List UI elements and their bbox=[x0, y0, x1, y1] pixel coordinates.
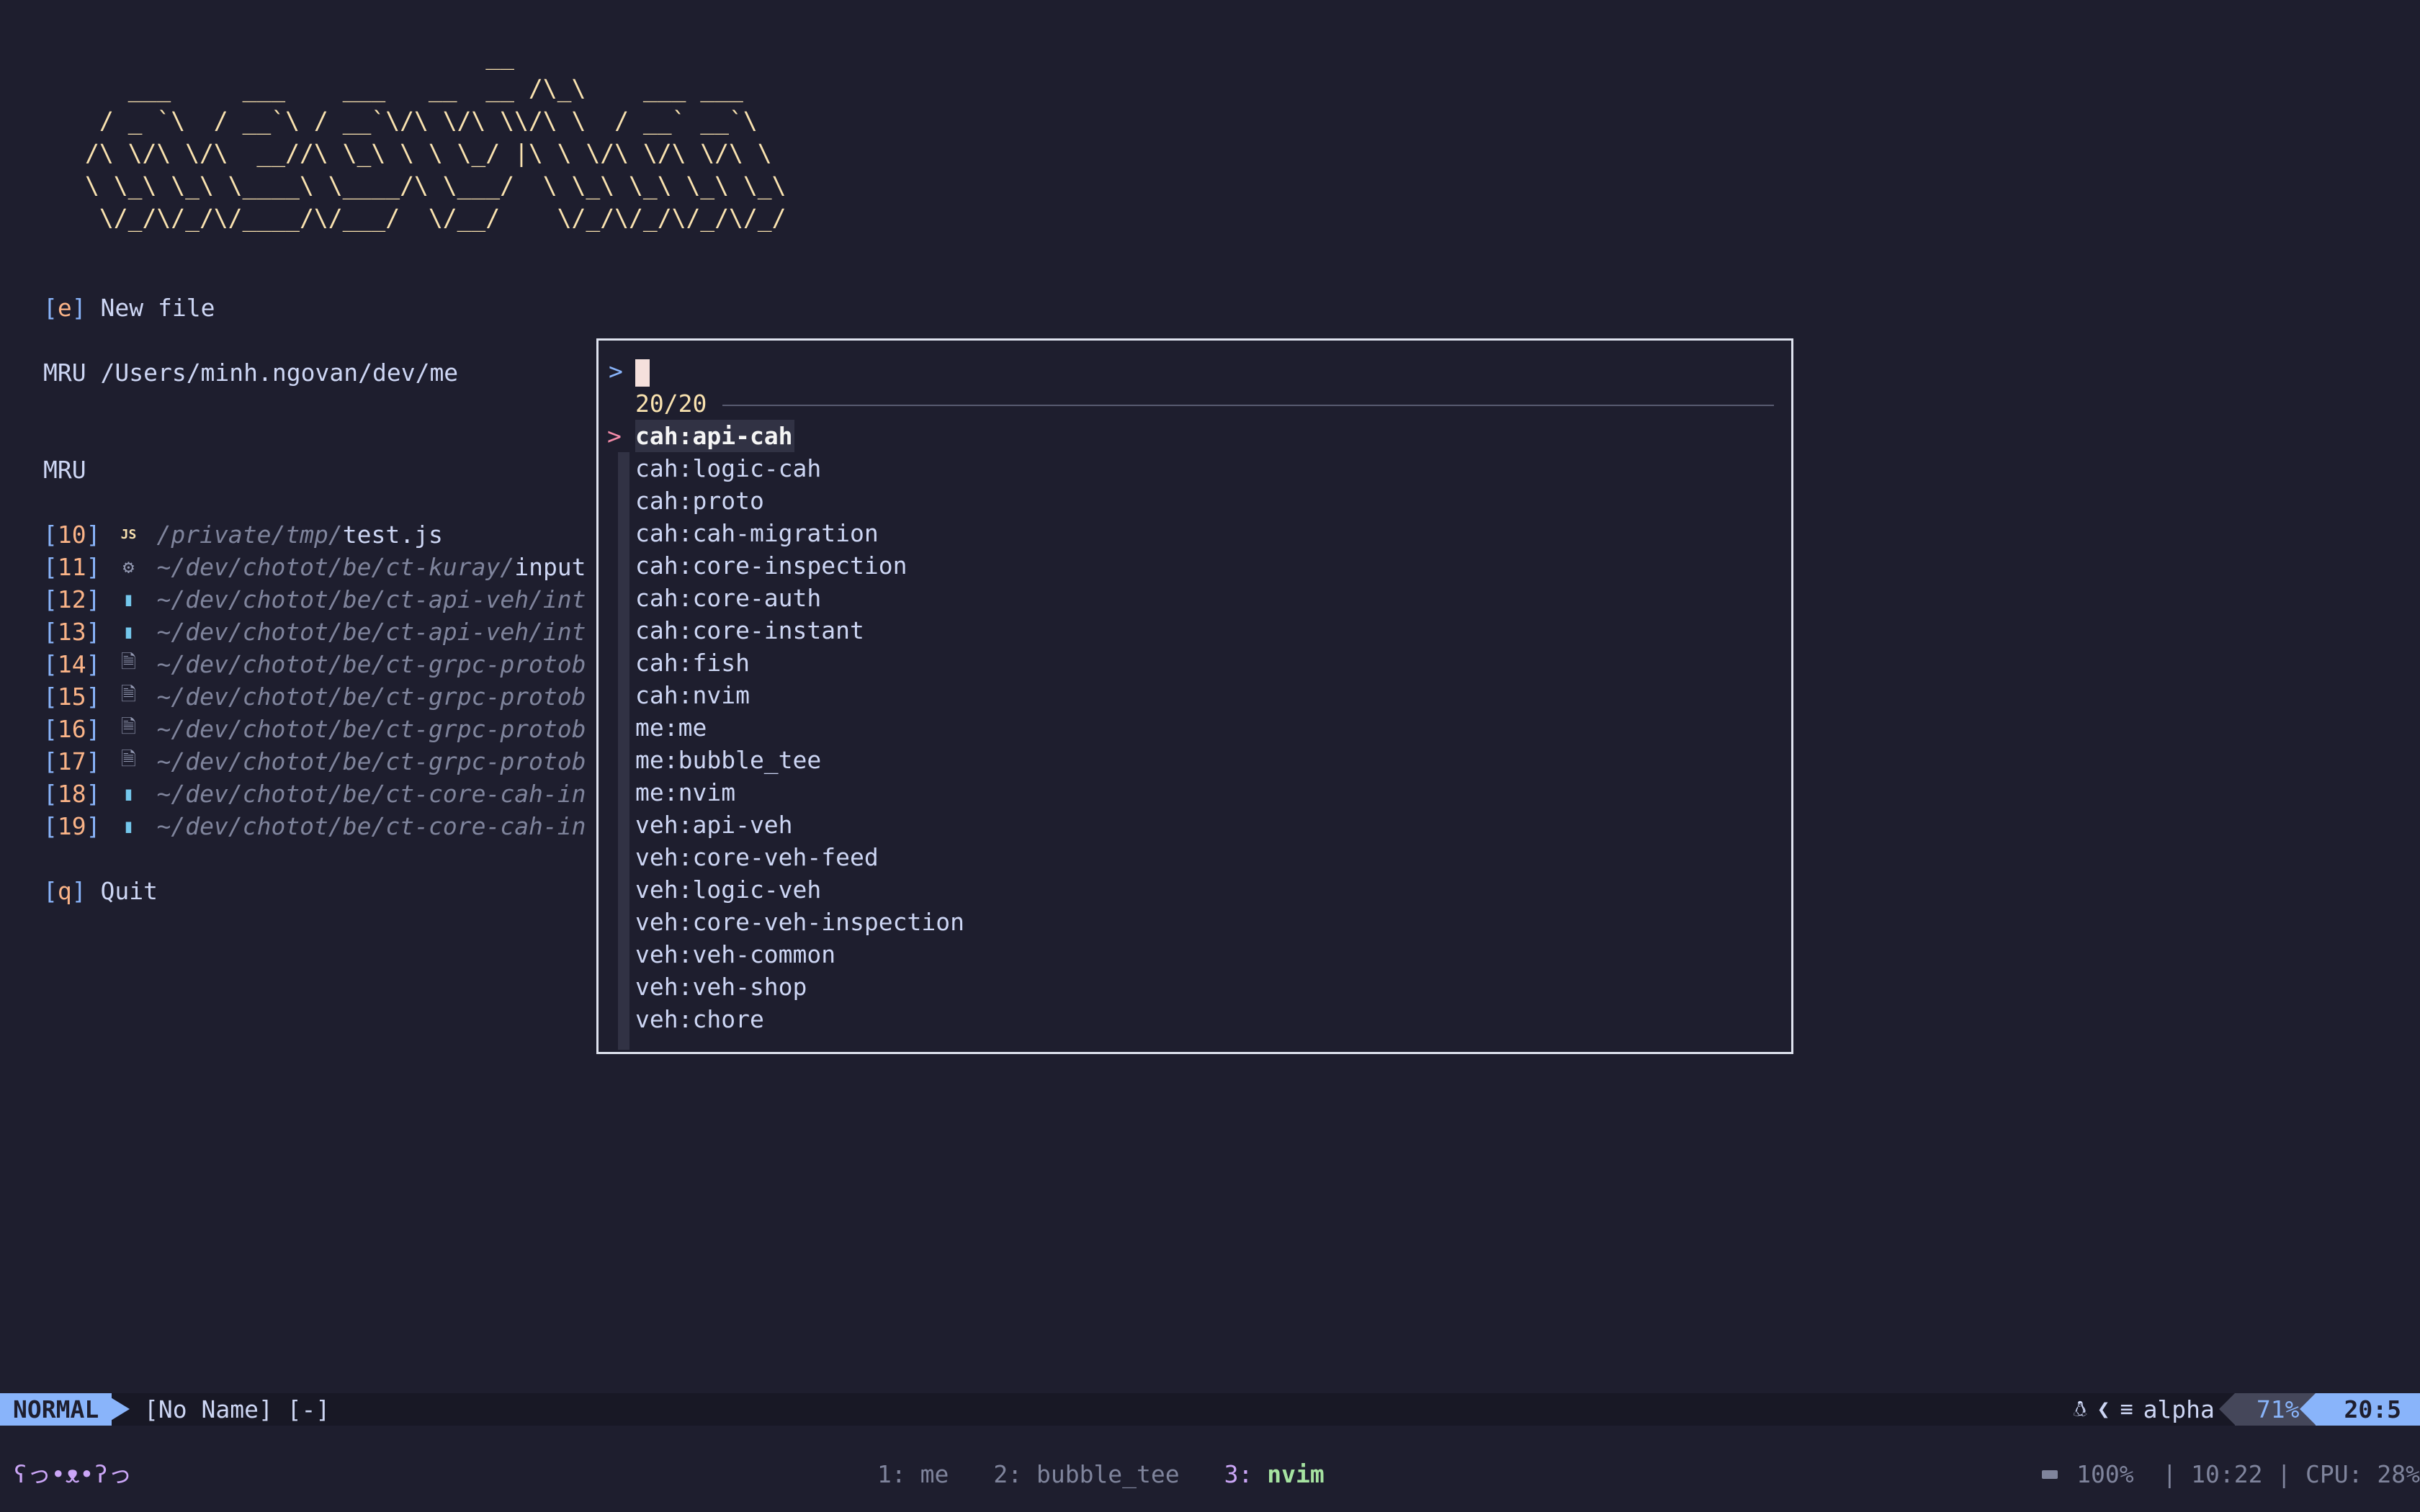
mru-item-index: [16] bbox=[43, 715, 101, 743]
quit-label: Quit bbox=[100, 877, 158, 905]
mru-heading: MRU bbox=[43, 456, 86, 484]
ascii-banner-line: __ bbox=[85, 42, 515, 70]
project-picker[interactable]: > 20/20 > cah:api-cah cah:logic-cah cah:pro… bbox=[596, 338, 1793, 1054]
mru-item-index: [19] bbox=[43, 812, 101, 840]
picker-item-label: cah:proto bbox=[635, 487, 764, 515]
picker-item[interactable]: cah:cah-migration bbox=[599, 517, 1791, 549]
new-file-label: New file bbox=[100, 294, 215, 322]
go-file-icon: ▮ bbox=[122, 588, 135, 611]
mru-item-index: [14] bbox=[43, 650, 101, 678]
picker-counter: 20/20 bbox=[635, 390, 707, 418]
mru-item-index: [12] bbox=[43, 585, 101, 613]
mru-item-index: [17] bbox=[43, 747, 101, 775]
picker-item[interactable]: cah:logic-cah bbox=[599, 452, 1791, 485]
picker-item-label: cah:core-auth bbox=[635, 584, 822, 612]
tmux-status-right: 100% | 10:22 | CPU: 28% bbox=[2042, 1458, 2420, 1490]
ascii-banner-line: \ \_\ \_\ \____\ \____/\ \___/ \ \_\ \_\… bbox=[85, 171, 786, 199]
picker-results: > cah:api-cah cah:logic-cah cah:proto cah:ca… bbox=[599, 420, 1791, 1035]
battery-icon bbox=[2042, 1470, 2058, 1479]
picker-item-label: veh:chore bbox=[635, 1005, 764, 1033]
picker-item[interactable]: me:nvim bbox=[599, 776, 1791, 809]
cpu-usage: CPU: 28% bbox=[2305, 1460, 2420, 1488]
mru-item-index: [13] bbox=[43, 618, 101, 646]
ascii-banner-line: / _ `\ / __`\ / __`\/\ \/\ \\/\ \ / __` … bbox=[85, 107, 758, 135]
picker-item[interactable]: veh:api-veh bbox=[599, 809, 1791, 841]
go-file-icon: ▮ bbox=[122, 815, 135, 837]
mode-indicator: NORMAL bbox=[0, 1393, 112, 1426]
new-file-button[interactable]: [e] New file bbox=[43, 292, 215, 324]
tmux-window-list: 1: me 2: bubble_tee 3: nvim bbox=[877, 1458, 1325, 1490]
tmux-window-me[interactable]: 1: me bbox=[877, 1458, 949, 1490]
tmux-session-face: ʕっ•ᴥ•ʔっ bbox=[13, 1460, 133, 1488]
chevron-left-icon: ❮ bbox=[2097, 1397, 2110, 1422]
picker-item[interactable]: cah:core-instant bbox=[599, 614, 1791, 647]
picker-item[interactable]: cah:proto bbox=[599, 485, 1791, 517]
quit-button[interactable]: [q] Quit bbox=[43, 875, 158, 907]
picker-item[interactable]: me:bubble_tee bbox=[599, 744, 1791, 776]
picker-item-label: cah:logic-cah bbox=[635, 454, 822, 482]
picker-item[interactable]: veh:core-veh-feed bbox=[599, 841, 1791, 873]
go-file-icon: ▮ bbox=[122, 783, 135, 805]
mru-directory-header: MRU /Users/minh.ngovan/dev/me bbox=[43, 359, 459, 387]
picker-item[interactable]: cah:core-auth bbox=[599, 582, 1791, 614]
ascii-banner-line: ___ ___ ___ __ __ /\_\ ___ ___ bbox=[85, 74, 743, 102]
picker-item[interactable]: veh:veh-common bbox=[599, 938, 1791, 971]
battery-level: 100% bbox=[2076, 1460, 2134, 1488]
picker-item-label: cah:core-inspection bbox=[635, 552, 908, 580]
picker-item[interactable]: me:me bbox=[599, 711, 1791, 744]
text-file-icon: 🗎 bbox=[121, 748, 136, 770]
mode-separator bbox=[104, 1393, 130, 1425]
mru-item-index: [10] bbox=[43, 521, 101, 549]
picker-item-label: veh:core-veh-inspection bbox=[635, 908, 964, 936]
tmux-window-bubble-tee[interactable]: 2: bubble_tee bbox=[993, 1458, 1179, 1490]
picker-item[interactable]: cah:fish bbox=[599, 647, 1791, 679]
picker-item-label: cah:fish bbox=[635, 649, 750, 677]
picker-item-label: me:me bbox=[635, 714, 707, 742]
tmux-status-bar: ʕっ•ᴥ•ʔっ 1: me 2: bubble_tee 3: nvim 100% |… bbox=[0, 1458, 2420, 1490]
ascii-banner-line: /\ \/\ \/\ __//\ \_\ \ \ \_/ |\ \ \/\ \/… bbox=[85, 139, 772, 167]
picker-item-label: cah:api-cah bbox=[635, 420, 794, 452]
ascii-banner-line: \/_/\/_/\/____/\/___/ \/__/ \/_/\/_/\/_/… bbox=[85, 204, 786, 232]
picker-item-label: cah:cah-migration bbox=[635, 519, 879, 547]
statusline: NORMAL [No Name] [-] 🐧︎ ❮ ≡ alpha 71% 20… bbox=[0, 1393, 2420, 1426]
picker-divider bbox=[722, 405, 1774, 406]
mru-item-index: [18] bbox=[43, 780, 101, 808]
picker-item[interactable]: cah:nvim bbox=[599, 679, 1791, 711]
tmux-window-nvim[interactable]: 3: nvim bbox=[1224, 1458, 1325, 1490]
mru-item-index: [11] bbox=[43, 553, 101, 581]
picker-item-label: cah:core-instant bbox=[635, 616, 864, 644]
picker-item[interactable]: > cah:api-cah bbox=[599, 420, 1791, 452]
ascii-banner: __ ___ ___ ___ __ __ /\_\ ___ ___ / _ `\… bbox=[85, 40, 786, 234]
cursor-position: 20:5 bbox=[2299, 1393, 2420, 1426]
mru-item-index: [15] bbox=[43, 683, 101, 711]
clock: 10:22 bbox=[2191, 1460, 2263, 1488]
buffer-name: [No Name] [-] bbox=[144, 1395, 331, 1423]
linux-icon: 🐧︎ bbox=[2073, 1397, 2087, 1422]
picker-item-label: cah:nvim bbox=[635, 681, 750, 709]
javascript-file-icon: JS bbox=[120, 527, 137, 542]
lines-icon: ≡ bbox=[2120, 1397, 2133, 1422]
text-file-icon: 🗎 bbox=[121, 683, 136, 706]
config-file-icon: ⚙ bbox=[122, 556, 135, 578]
text-file-icon: 🗎 bbox=[121, 651, 136, 673]
picker-item-label: me:nvim bbox=[635, 778, 736, 806]
mru-directory-path: /Users/minh.ngovan/dev/me bbox=[100, 359, 459, 387]
picker-item[interactable]: veh:core-veh-inspection bbox=[599, 906, 1791, 938]
picker-item-label: veh:logic-veh bbox=[635, 876, 822, 904]
picker-item-label: veh:api-veh bbox=[635, 811, 793, 839]
picker-item[interactable]: cah:core-inspection bbox=[599, 549, 1791, 582]
picker-item[interactable]: veh:veh-shop bbox=[599, 971, 1791, 1003]
filetype: alpha bbox=[2143, 1395, 2215, 1423]
picker-item[interactable]: veh:chore bbox=[599, 1003, 1791, 1035]
picker-item[interactable]: veh:logic-veh bbox=[599, 873, 1791, 906]
picker-item-label: veh:core-veh-feed bbox=[635, 843, 879, 871]
picker-search-input[interactable] bbox=[635, 359, 650, 387]
selection-caret-icon: > bbox=[607, 422, 622, 450]
text-file-icon: 🗎 bbox=[121, 716, 136, 738]
picker-prompt-icon: > bbox=[609, 357, 623, 385]
picker-item-label: veh:veh-common bbox=[635, 940, 836, 968]
picker-item-label: me:bubble_tee bbox=[635, 746, 822, 774]
go-file-icon: ▮ bbox=[122, 621, 135, 643]
picker-item-label: veh:veh-shop bbox=[635, 973, 807, 1001]
